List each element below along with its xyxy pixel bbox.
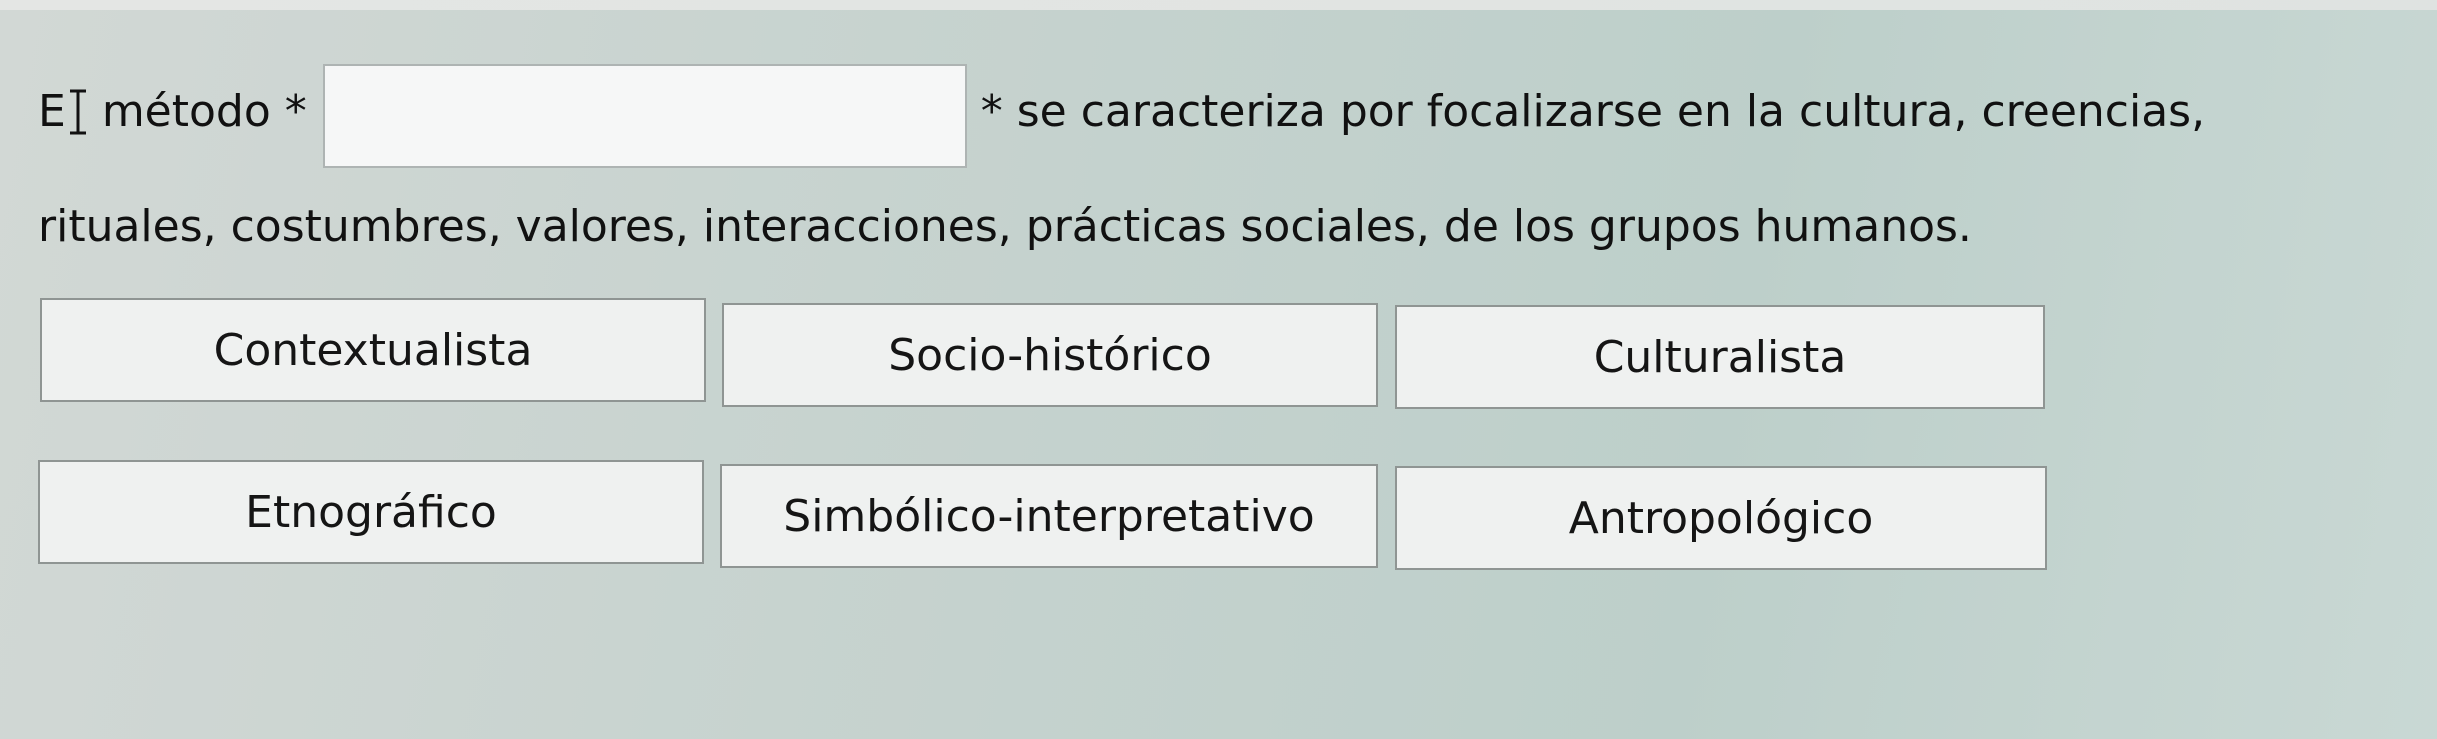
question-start-letter: E [38,86,66,137]
option-contextualista[interactable]: Contextualista [40,298,706,402]
question-word-before-blank: método * [101,86,307,137]
option-antropologico[interactable]: Antropológico [1395,466,2047,570]
question-line-2: rituales, costumbres, valores, interacci… [38,201,1972,252]
question-text-after-blank: * se caracteriza por focalizarse en la c… [980,86,2206,137]
answer-drop-zone[interactable] [322,64,967,168]
option-socio-historico[interactable]: Socio-histórico [722,303,1378,407]
option-simbolico-interpretativo[interactable]: Simbólico-interpretativo [720,464,1378,568]
screen-top-edge [0,0,2437,10]
question-line-1: E método * * se caracteriza por focaliza… [38,64,2206,168]
text-cursor-icon [68,88,88,136]
option-culturalista[interactable]: Culturalista [1395,305,2045,409]
option-etnografico[interactable]: Etnográfico [38,460,704,564]
